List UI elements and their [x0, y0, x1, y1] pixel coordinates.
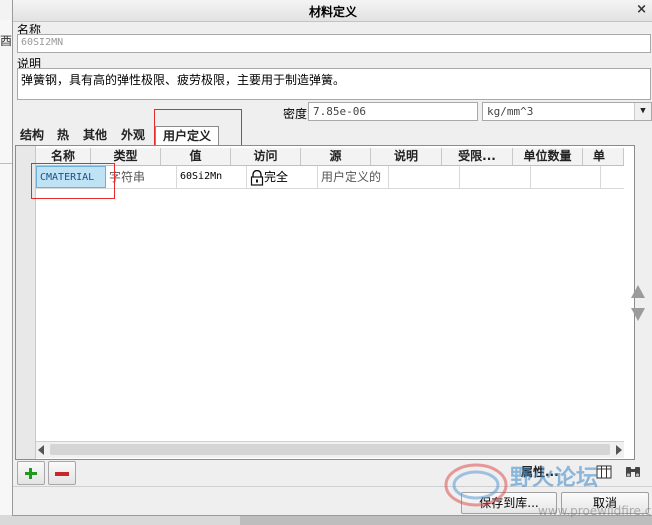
- scroll-left-icon[interactable]: [38, 445, 44, 455]
- column-header-description[interactable]: 说明: [371, 148, 442, 165]
- minus-icon: [55, 472, 69, 476]
- density-unit-value: kg/mm^3: [487, 105, 534, 118]
- material-definition-dialog: 材料定义 × 名称 60SI2MN 说明 弹簧钢，具有高的弹性极限、疲劳极限，主…: [12, 0, 652, 516]
- cell-value[interactable]: 60Si2Mn: [177, 166, 247, 188]
- scroll-thumb[interactable]: [50, 444, 610, 455]
- table-columns-icon[interactable]: [596, 464, 612, 480]
- density-label: 密度: [283, 107, 308, 121]
- dialog-title: 材料定义: [308, 5, 357, 19]
- dialog-footer: 保存到库... 取消: [13, 486, 652, 516]
- remove-parameter-button[interactable]: [48, 461, 76, 485]
- cell-type[interactable]: 字符串: [106, 166, 177, 188]
- column-header-source[interactable]: 源: [301, 148, 371, 165]
- column-header-restricted[interactable]: 受限...: [442, 148, 513, 165]
- title-bar[interactable]: 材料定义 ×: [13, 0, 652, 22]
- highlight-box-tab: [154, 109, 242, 146]
- background-bar: [240, 515, 652, 525]
- tab-appearance[interactable]: 外观: [117, 126, 149, 145]
- column-header-unit[interactable]: 单: [583, 148, 624, 165]
- name-field[interactable]: 60SI2MN: [17, 34, 651, 53]
- table-header: 名称 类型 值 访问 源 说明 受限... 单位数量 单: [36, 148, 624, 166]
- save-to-library-button[interactable]: 保存到库...: [461, 492, 557, 514]
- highlight-box-name-cell: [31, 163, 115, 199]
- move-up-icon[interactable]: [631, 285, 645, 298]
- cell-source[interactable]: 用户定义的: [318, 166, 389, 188]
- cell-restricted[interactable]: [460, 166, 531, 188]
- cancel-button[interactable]: 取消: [561, 492, 649, 514]
- cell-access-text: 完全: [264, 170, 289, 184]
- tab-other[interactable]: 其他: [79, 126, 111, 145]
- properties-button[interactable]: 属性...: [521, 463, 559, 480]
- table-row[interactable]: CMATERIAL 字符串 60Si2Mn 完全 用户定义的: [36, 166, 624, 189]
- cell-description[interactable]: [389, 166, 460, 188]
- tab-thermal[interactable]: 热: [53, 126, 73, 145]
- cell-access[interactable]: 完全: [247, 166, 318, 188]
- horizontal-scrollbar[interactable]: [36, 441, 624, 458]
- chevron-down-icon[interactable]: ▼: [634, 103, 651, 120]
- description-field[interactable]: 弹簧钢，具有高的弹性极限、疲劳极限，主要用于制造弹簧。: [17, 68, 651, 100]
- add-parameter-button[interactable]: [17, 461, 45, 485]
- tab-structure[interactable]: 结构: [17, 126, 47, 145]
- binoculars-icon[interactable]: [625, 464, 641, 480]
- background-bottom-strip: [0, 515, 652, 525]
- density-field[interactable]: 7.85e-06: [308, 102, 478, 121]
- lock-icon: [250, 169, 264, 186]
- density-unit-select[interactable]: kg/mm^3 ▼: [482, 102, 652, 121]
- scroll-right-icon[interactable]: [616, 445, 622, 455]
- close-icon[interactable]: ×: [636, 2, 647, 17]
- column-header-unit-quantity[interactable]: 单位数量: [513, 148, 583, 165]
- background-glyph: 酉: [0, 34, 13, 48]
- column-header-access[interactable]: 访问: [231, 148, 301, 165]
- cell-unit-quantity[interactable]: [531, 166, 601, 188]
- move-down-icon[interactable]: [631, 308, 645, 321]
- column-header-value[interactable]: 值: [161, 148, 231, 165]
- background-divider: [0, 163, 12, 164]
